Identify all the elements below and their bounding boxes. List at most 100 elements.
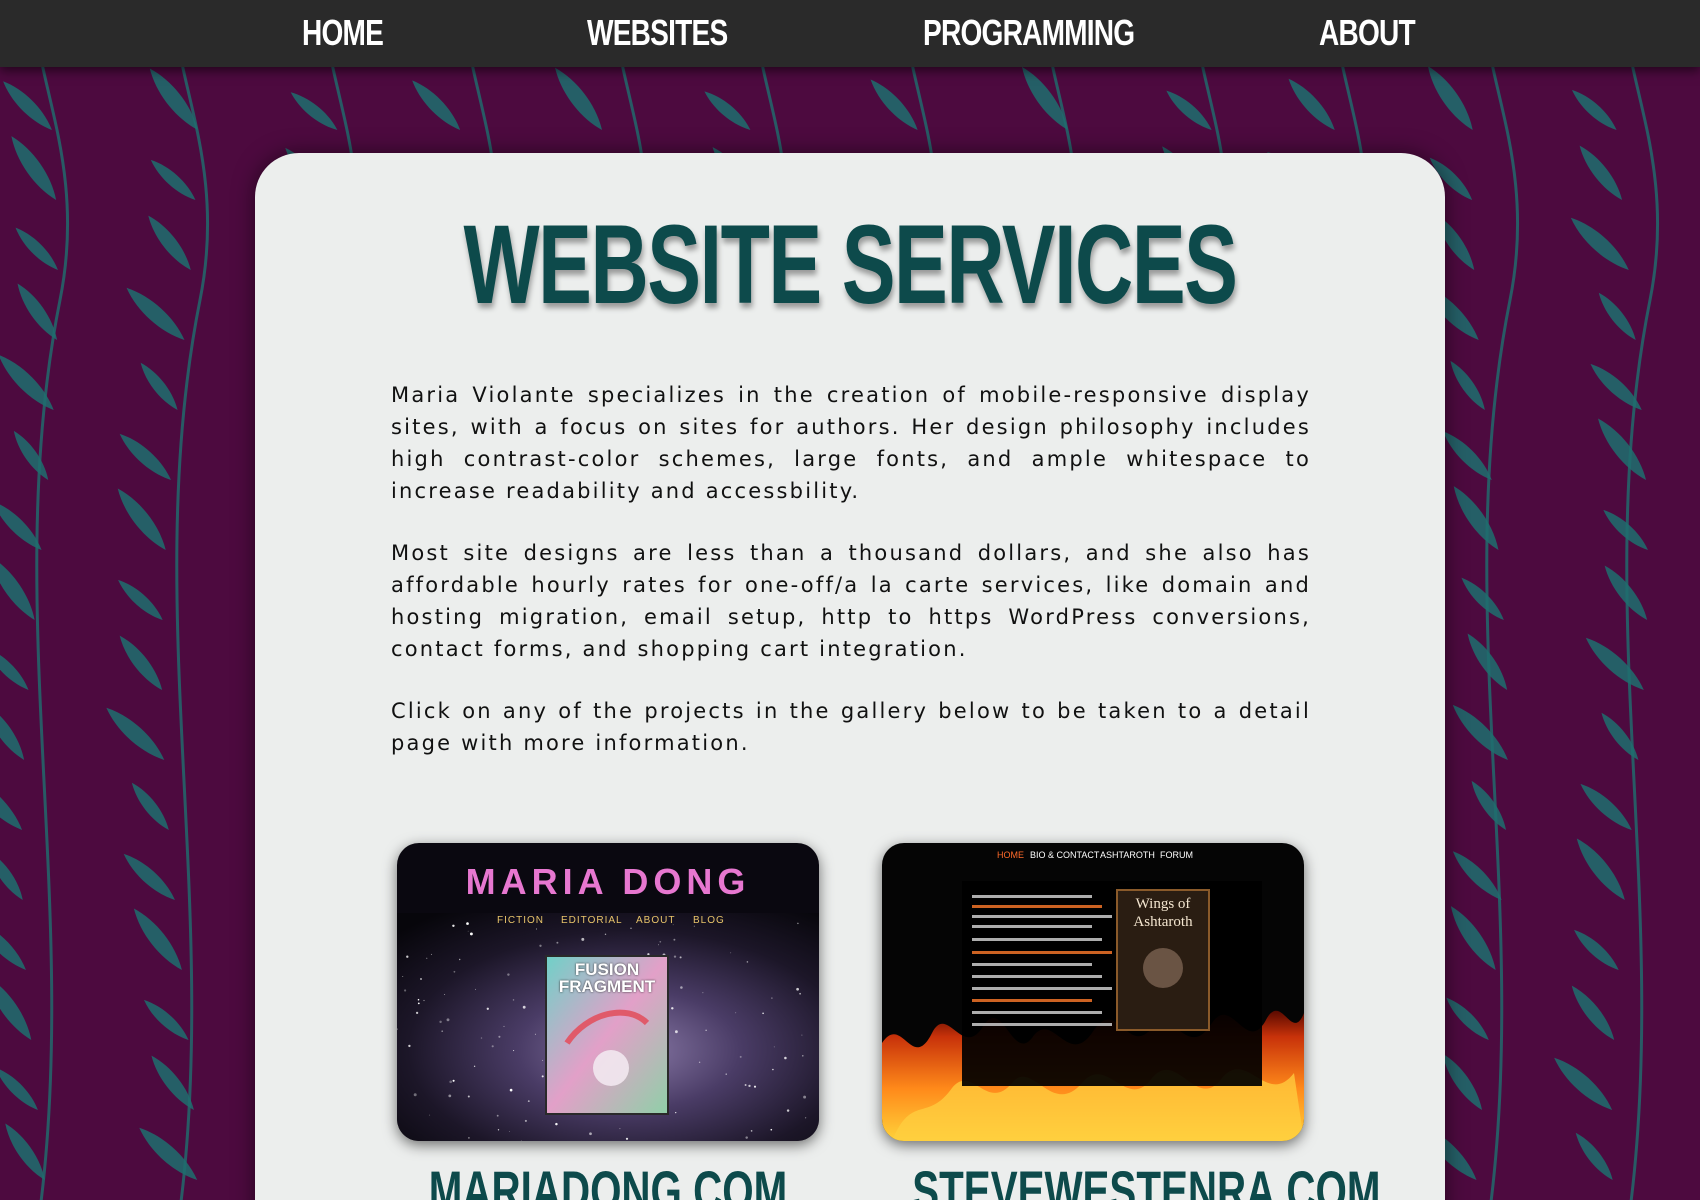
star-dot xyxy=(802,1055,804,1057)
star-dot xyxy=(796,987,799,991)
gallery-item-stevewestenra[interactable]: HOME BIO & CONTACT ASHTAROTH FORUM Wings… xyxy=(882,843,1380,1200)
thumb-menu-item: HOME xyxy=(997,850,1024,860)
star-dot xyxy=(555,1122,558,1126)
star-dot xyxy=(786,1109,790,1112)
star-dot xyxy=(658,944,659,946)
star-dot xyxy=(439,1020,442,1024)
project-caption[interactable]: STEVEWESTENRA.COM xyxy=(912,1161,1380,1200)
nav-link-home[interactable]: HOME xyxy=(302,8,384,58)
star-dot xyxy=(750,1130,753,1132)
text-line xyxy=(972,1023,1112,1026)
star-dot xyxy=(735,1012,737,1014)
content-card: WEBSITE SERVICES Maria Violante speciali… xyxy=(255,153,1445,1200)
text-line xyxy=(972,975,1102,978)
star-dot xyxy=(698,1061,701,1063)
star-dot xyxy=(467,930,469,932)
star-dot xyxy=(773,1046,775,1048)
star-dot xyxy=(512,999,515,1001)
text-line xyxy=(972,938,1102,941)
star-dot xyxy=(448,1094,452,1098)
star-dot xyxy=(784,1056,787,1060)
intro-paragraph: Click on any of the projects in the gall… xyxy=(391,699,1311,755)
star-dot xyxy=(503,1025,505,1027)
star-dot xyxy=(762,1012,764,1015)
thumb-menu-item: ABOUT xyxy=(636,915,676,926)
star-dot xyxy=(452,924,455,928)
star-dot xyxy=(556,941,559,944)
star-dot xyxy=(513,1050,515,1052)
star-dot xyxy=(745,1136,748,1139)
star-dot xyxy=(630,927,632,930)
text-line xyxy=(972,895,1092,898)
star-dot xyxy=(770,1128,773,1131)
star-dot xyxy=(509,1088,513,1092)
star-dot xyxy=(675,1030,678,1034)
star-dot xyxy=(744,1084,747,1086)
star-dot xyxy=(797,922,799,925)
intro-paragraph: Maria Violante specializes in the creati… xyxy=(391,383,1311,503)
star-dot xyxy=(475,988,477,990)
star-dot xyxy=(772,1068,774,1071)
project-thumbnail-stevewestenra[interactable]: HOME BIO & CONTACT ASHTAROTH FORUM Wings… xyxy=(882,843,1304,1141)
star-dot xyxy=(753,1085,757,1088)
project-thumbnail-mariadong[interactable]: MARIA DONG FICTION EDITORIAL ABOUT BLOG … xyxy=(397,843,819,1141)
intro-text: Maria Violante specializes in the creati… xyxy=(391,379,1311,789)
star-dot xyxy=(480,1037,483,1039)
nav-link-programming[interactable]: PROGRAMMING xyxy=(923,8,1135,58)
star-dot xyxy=(507,973,510,976)
star-dot xyxy=(730,952,732,954)
star-dot xyxy=(509,1131,511,1132)
star-dot xyxy=(524,1119,527,1122)
nav-link-websites[interactable]: WEBSITES xyxy=(587,8,728,58)
text-line xyxy=(972,963,1092,966)
star-dot xyxy=(420,978,422,980)
star-dot xyxy=(673,938,676,941)
nav-link-about[interactable]: ABOUT xyxy=(1319,8,1416,58)
text-line xyxy=(972,1011,1102,1014)
thumb-cover-title: FUSION FRAGMENT xyxy=(558,960,656,996)
star-dot xyxy=(453,970,456,973)
star-dot xyxy=(725,1073,727,1075)
star-dot xyxy=(498,1035,501,1038)
star-dot xyxy=(534,1033,536,1035)
star-dot xyxy=(705,1029,707,1031)
star-dot xyxy=(459,958,461,961)
star-dot xyxy=(467,1095,470,1098)
star-dot xyxy=(444,993,446,996)
star-dot xyxy=(404,989,407,992)
star-dot xyxy=(536,928,537,930)
star-dot xyxy=(452,1079,455,1082)
star-dot xyxy=(496,1114,499,1117)
project-caption[interactable]: MARIADONG.COM xyxy=(427,1161,788,1200)
star-dot xyxy=(604,933,607,936)
star-dot xyxy=(397,1135,400,1138)
star-dot xyxy=(441,1030,444,1033)
star-dot xyxy=(804,1117,807,1119)
star-dot xyxy=(671,1007,674,1010)
star-dot xyxy=(406,955,409,958)
star-dot xyxy=(408,1044,411,1048)
star-dot xyxy=(625,1137,629,1140)
star-dot xyxy=(619,1128,621,1130)
star-dot xyxy=(466,922,469,925)
star-dot xyxy=(486,1007,489,1010)
star-dot xyxy=(473,1065,476,1067)
thumb-menu-item: BLOG xyxy=(693,915,725,926)
star-dot xyxy=(430,953,433,955)
text-line xyxy=(972,925,1092,928)
top-navigation-bar: HOME WEBSITES PROGRAMMING ABOUT xyxy=(0,0,1700,67)
star-dot xyxy=(748,1084,751,1088)
text-line xyxy=(972,987,1112,990)
gallery-item-mariadong[interactable]: MARIA DONG FICTION EDITORIAL ABOUT BLOG … xyxy=(397,843,819,1200)
star-dot xyxy=(417,1002,420,1005)
star-dot xyxy=(673,955,677,958)
star-dot xyxy=(702,992,704,994)
thumb-menu-item: EDITORIAL xyxy=(561,915,623,926)
star-dot xyxy=(527,1100,530,1103)
star-dot xyxy=(415,1011,419,1015)
star-dot xyxy=(799,992,801,995)
star-dot xyxy=(659,940,662,943)
star-dot xyxy=(469,932,473,936)
star-dot xyxy=(417,998,420,1001)
star-dot xyxy=(589,1132,592,1136)
